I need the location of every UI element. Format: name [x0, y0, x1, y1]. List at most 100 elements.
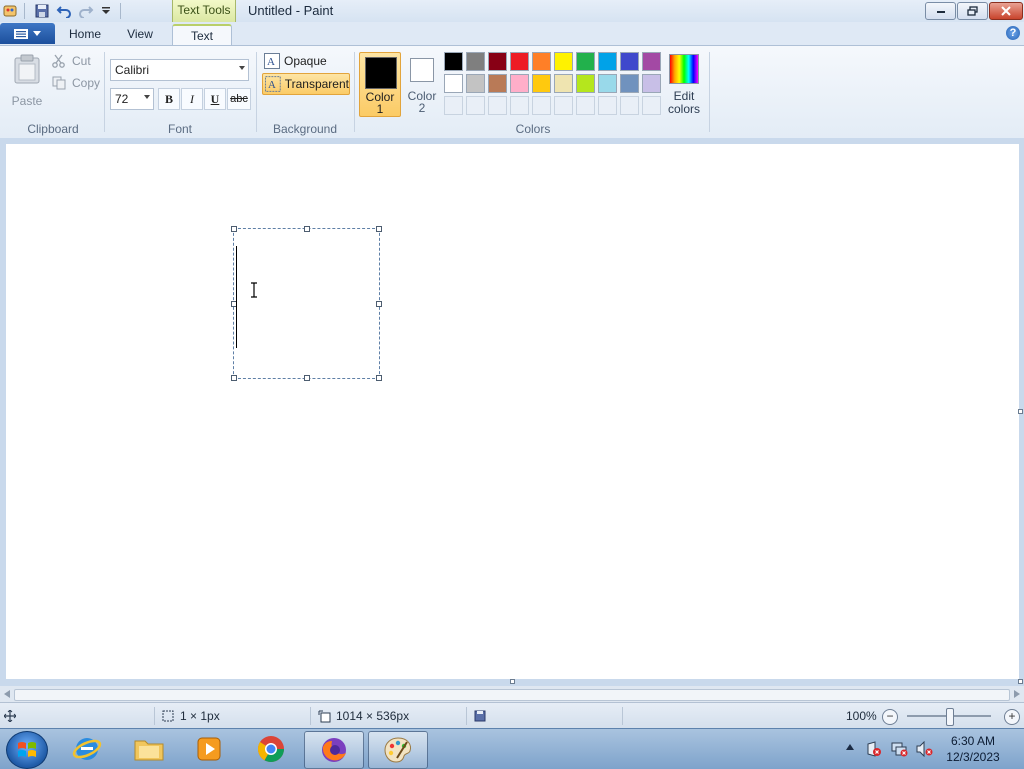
scroll-right-icon[interactable]: [1014, 690, 1020, 698]
system-clock[interactable]: 6:30 AM 12/3/2023: [936, 733, 1010, 765]
paint-menu-button[interactable]: [0, 23, 55, 44]
color1-button[interactable]: Color 1: [359, 52, 401, 117]
tab-view[interactable]: View: [118, 24, 162, 45]
strikethrough-button[interactable]: abc: [227, 88, 251, 110]
palette-swatch[interactable]: [444, 52, 463, 71]
canvas-resize-handle-corner[interactable]: [1018, 679, 1023, 684]
palette-custom-slot[interactable]: [488, 96, 507, 115]
undo-icon[interactable]: [56, 3, 72, 19]
font-family-dropdown[interactable]: Calibri: [110, 59, 249, 81]
underline-button[interactable]: U: [204, 88, 226, 110]
palette-swatch[interactable]: [510, 74, 529, 93]
resize-handle[interactable]: [304, 226, 310, 232]
taskbar-firefox[interactable]: [304, 731, 364, 769]
internet-explorer-icon: [72, 738, 102, 760]
scroll-left-icon[interactable]: [4, 690, 10, 698]
resize-handle[interactable]: [376, 226, 382, 232]
resize-handle[interactable]: [231, 226, 237, 232]
palette-swatch[interactable]: [554, 74, 573, 93]
palette-swatch[interactable]: [488, 74, 507, 93]
customize-qat-icon[interactable]: [98, 3, 114, 19]
paste-button[interactable]: Paste: [10, 52, 44, 110]
restore-button[interactable]: [957, 2, 988, 20]
color1-number: 1: [376, 102, 384, 116]
show-hidden-icons-icon[interactable]: [846, 744, 854, 750]
palette-custom-slot[interactable]: [598, 96, 617, 115]
palette-custom-slot[interactable]: [532, 96, 551, 115]
canvas-resize-handle-bottom[interactable]: [510, 679, 515, 684]
palette-swatch[interactable]: [598, 74, 617, 93]
palette-swatch[interactable]: [642, 52, 661, 71]
zoom-in-button[interactable]: +: [1004, 709, 1020, 725]
action-center-icon[interactable]: [866, 741, 882, 757]
palette-swatch[interactable]: [510, 52, 529, 71]
taskbar-paint[interactable]: [368, 731, 428, 769]
palette-swatch[interactable]: [642, 74, 661, 93]
palette-swatch[interactable]: [444, 74, 463, 93]
selection-size-readout: 1 × 1px: [162, 709, 220, 723]
palette-swatch[interactable]: [466, 52, 485, 71]
palette-swatch[interactable]: [576, 52, 595, 71]
palette-swatch[interactable]: [532, 52, 551, 71]
paste-label: Paste: [11, 94, 43, 108]
copy-button[interactable]: Copy: [52, 76, 100, 90]
taskbar-internet-explorer[interactable]: [58, 731, 116, 767]
start-button[interactable]: [6, 731, 48, 769]
taskbar-media-player[interactable]: [180, 731, 238, 767]
help-icon[interactable]: ?: [1006, 26, 1020, 40]
taskbar-chrome[interactable]: [242, 731, 300, 767]
palette-swatch[interactable]: [620, 52, 639, 71]
resize-handle[interactable]: [231, 375, 237, 381]
network-icon[interactable]: [891, 741, 909, 757]
paint-app-icon[interactable]: [2, 3, 18, 19]
edit-colors-button[interactable]: Edit colors: [665, 52, 703, 117]
resize-handle[interactable]: [376, 375, 382, 381]
taskbar-file-explorer[interactable]: [120, 731, 178, 767]
edit-colors-label: Edit: [673, 89, 695, 103]
palette-swatch[interactable]: [576, 74, 595, 93]
palette-swatch[interactable]: [532, 74, 551, 93]
svg-text:A: A: [267, 56, 275, 68]
bold-button[interactable]: B: [158, 88, 180, 110]
cut-button[interactable]: Cut: [52, 54, 91, 68]
paste-icon: [14, 54, 40, 84]
scrollbar-thumb[interactable]: [14, 689, 1010, 701]
tab-text[interactable]: Text: [172, 24, 232, 47]
palette-custom-slot[interactable]: [576, 96, 595, 115]
minimize-button[interactable]: [925, 2, 956, 20]
palette-custom-slot[interactable]: [642, 96, 661, 115]
italic-button[interactable]: I: [181, 88, 203, 110]
palette-swatch[interactable]: [598, 52, 617, 71]
palette-custom-slot[interactable]: [620, 96, 639, 115]
resize-handle[interactable]: [304, 375, 310, 381]
volume-icon[interactable]: [916, 741, 934, 757]
palette-swatch[interactable]: [488, 52, 507, 71]
zoom-out-button[interactable]: −: [882, 709, 898, 725]
font-size-dropdown[interactable]: 72: [110, 88, 154, 110]
resize-handle[interactable]: [376, 301, 382, 307]
palette-swatch[interactable]: [554, 52, 573, 71]
zoom-slider-thumb[interactable]: [946, 708, 954, 726]
palette-custom-slot[interactable]: [510, 96, 529, 115]
opaque-button[interactable]: A Opaque: [262, 51, 327, 71]
palette-custom-slot[interactable]: [466, 96, 485, 115]
palette-custom-slot[interactable]: [554, 96, 573, 115]
drawing-canvas[interactable]: [6, 144, 1019, 679]
save-icon[interactable]: [34, 3, 50, 19]
text-input-box[interactable]: [231, 226, 382, 381]
palette-swatch[interactable]: [466, 74, 485, 93]
tab-home[interactable]: Home: [62, 24, 108, 45]
redo-icon[interactable]: [78, 3, 94, 19]
horizontal-scrollbar[interactable]: [0, 686, 1024, 702]
transparent-button[interactable]: A Transparent: [262, 73, 350, 95]
canvas-resize-handle-right[interactable]: [1018, 409, 1023, 414]
palette-custom-slot[interactable]: [444, 96, 463, 115]
file-size-icon: [474, 710, 486, 722]
ribbon: Paste Cut Copy Clipboard Calibri 72 B I …: [0, 45, 1024, 139]
color2-button[interactable]: Color 2: [404, 52, 440, 115]
palette-swatch[interactable]: [620, 74, 639, 93]
font-group-label: Font: [167, 122, 192, 136]
canvas-size-value: 1014 × 536px: [336, 709, 410, 723]
close-button[interactable]: [989, 2, 1023, 20]
scissors-icon: [52, 54, 65, 68]
